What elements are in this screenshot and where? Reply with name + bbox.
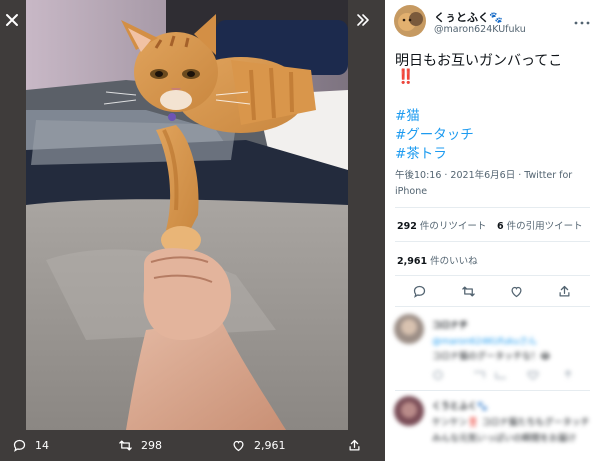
like-button[interactable] [509,284,527,302]
viewer-reply-button[interactable]: 14 [12,430,49,461]
likes-stat[interactable]: 2,961 件のいいね [397,253,478,267]
likes-label: 件のいいね [430,256,478,267]
like-icon [233,440,244,452]
tweet-meta: 午後10:16 · 2021年6月6日 · Twitter for iPhone [395,168,585,200]
expand-icon [357,14,369,26]
share-button[interactable] [557,284,575,302]
tweet-photo[interactable] [26,0,348,430]
double-exclamation-emoji: ‼️ [397,69,415,85]
reply-avatar [394,396,424,426]
reply-button[interactable] [412,284,430,302]
reply-icon [13,439,26,452]
divider [395,390,590,391]
reply-item[interactable]: コロナチ @maron624KUfukuさん コロナ猫のグータッチな！😂 [385,312,600,392]
reply-actions [432,369,582,384]
retweet-icon [119,440,132,451]
likes-count: 2,961 [397,256,428,267]
close-icon [6,14,18,26]
quotes-count: 6 [497,221,504,232]
reply-author: くうとふく🐾 [432,402,489,412]
viewer-like-button[interactable]: 2,961 [231,430,286,461]
viewer-action-bar: 14 298 2,961 [0,430,385,461]
divider [395,306,590,307]
viewer-reply-count: 14 [35,439,49,452]
reply-avatar-image [394,314,424,344]
more-options-button[interactable] [574,12,590,25]
media-viewer: 14 298 2,961 [0,0,385,461]
divider [395,207,590,208]
divider [395,241,590,242]
reply-line: みんな元気いっぱいの瞬間をお届け [432,434,577,444]
retweets-stat[interactable]: 292 件のリツイート [397,218,486,232]
author-handle[interactable]: @maron624KUfuku [434,24,526,35]
retweet-icon [462,286,475,297]
viewer-retweet-count: 298 [141,439,162,452]
share-icon [559,285,570,297]
hashtag-orange-tabby[interactable]: #茶トラ [395,142,447,162]
tweet-detail-panel: くぅとふく🐾 @maron624KUfuku 明日もお互いガンバってこ ‼️ #… [385,0,600,461]
tweet-media-modal: 14 298 2,961 くぅとふく🐾 @maron624KUfuku 明日もお… [0,0,600,461]
cat-fist-bump-photo [26,0,348,430]
author-name[interactable]: くぅとふく🐾 [434,9,503,25]
reply-avatar [394,314,424,344]
close-button[interactable] [0,8,24,32]
reply-line: @maron624KUfukuさん [432,337,537,347]
quotes-stat[interactable]: 6 件の引用ツイート [497,218,583,232]
quotes-label: 件の引用ツイート [506,221,583,232]
viewer-retweet-button[interactable]: 298 [118,430,162,461]
share-icon [349,439,360,451]
viewer-like-count: 2,961 [254,439,286,452]
like-icon [511,286,522,298]
expand-panel-button[interactable] [351,8,375,32]
hashtag-fist-bump[interactable]: #グータッチ [395,123,474,143]
tweet-timestamp[interactable]: 午後10:16 · 2021年6月6日 [395,170,515,181]
retweets-label: 件のリツイート [419,221,487,232]
more-icon [574,21,590,25]
retweet-button[interactable] [461,284,479,302]
reply-item[interactable]: くうとふく🐾 ケンケン‼️ コロナ猫たちもグータッチ みんな元気いっぱいの瞬間を… [385,395,600,461]
reply-actions-icons [433,370,572,380]
author-avatar[interactable] [394,5,426,37]
avatar-image [394,5,426,37]
viewer-share-button[interactable] [347,430,362,461]
reply-author: コロナチ [432,321,469,331]
reply-avatar-image [394,396,424,426]
hashtag-cat[interactable]: #猫 [395,104,420,124]
reply-line: コロナ猫のグータッチな！😂 [432,352,551,362]
reply-icon [413,285,426,298]
reply-line: ケンケン‼️ コロナ猫たちもグータッチ [432,418,590,428]
retweets-count: 292 [397,221,417,232]
divider [395,275,590,276]
tweet-text: 明日もお互いガンバってこ [395,53,563,69]
